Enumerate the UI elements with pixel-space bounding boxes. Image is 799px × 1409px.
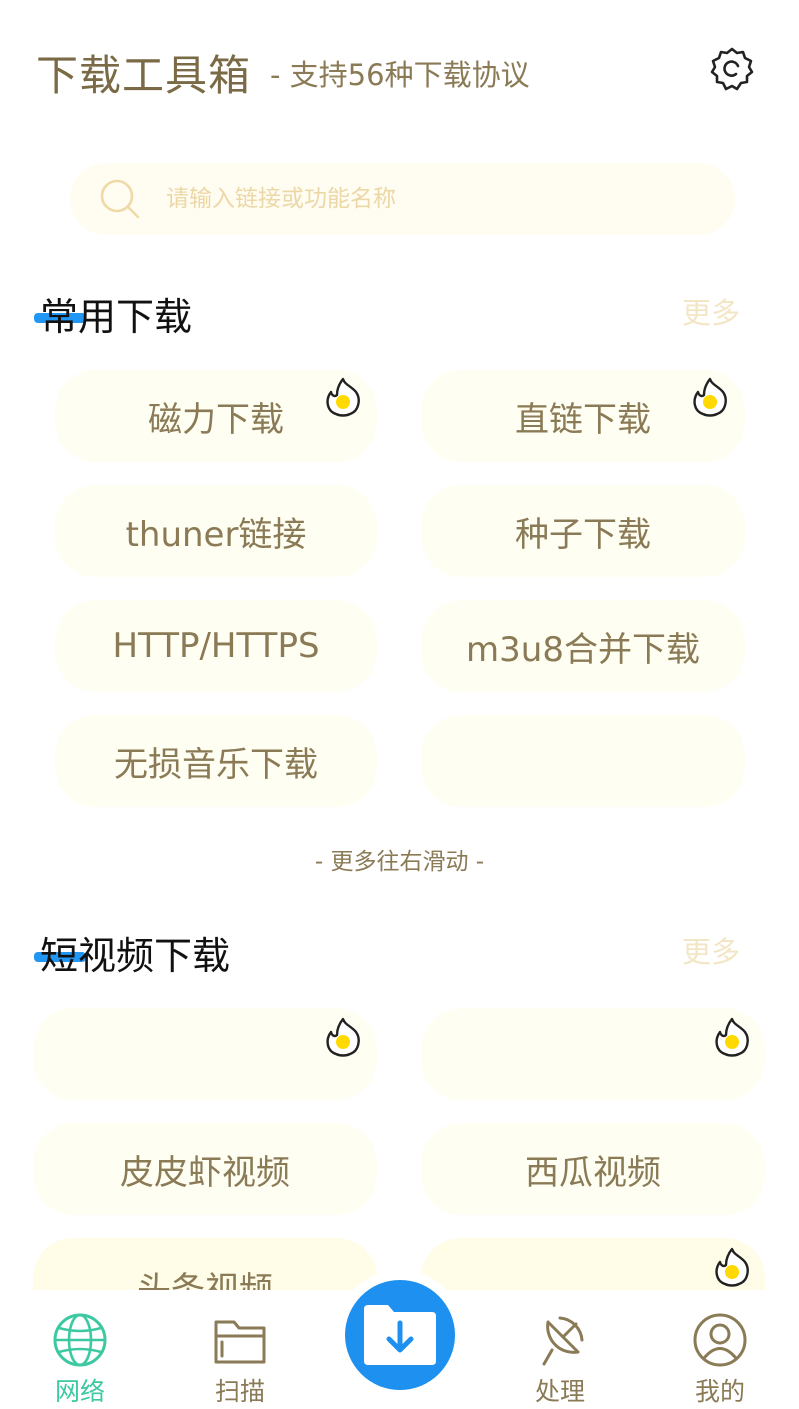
card-label: 种子下载 <box>515 514 651 555</box>
scroll-hint: - 更多往右滑动 - <box>314 849 485 875</box>
fire-icon <box>326 377 360 417</box>
nav-label: 扫描 <box>214 1377 265 1406</box>
nav-label: 网络 <box>54 1377 105 1406</box>
card-thunder-link[interactable]: thuner链接 <box>55 485 377 577</box>
search-icon <box>100 179 140 219</box>
nav-label: 处理 <box>534 1377 585 1406</box>
card-m3u8-merge[interactable]: m3u8合并下载 <box>421 600 745 692</box>
user-icon <box>693 1313 747 1367</box>
nav-item-scan[interactable]: 扫描 <box>190 1312 290 1409</box>
card-label: 西瓜视频 <box>525 1152 661 1193</box>
fire-icon <box>715 1247 749 1287</box>
settings-button[interactable] <box>708 45 756 93</box>
card-label: 无损音乐下载 <box>114 744 318 785</box>
fire-icon <box>693 377 727 417</box>
card-label: 磁力下载 <box>148 399 284 440</box>
card-label: 直链下载 <box>515 399 651 440</box>
satellite-dish-icon <box>542 1316 584 1366</box>
section-title-short-video: 短视频下载 <box>40 934 231 978</box>
download-manager-button[interactable] <box>345 1280 455 1390</box>
card-label: 皮皮虾视频 <box>120 1152 290 1193</box>
card-pipixia-video[interactable]: 皮皮虾视频 <box>33 1123 377 1215</box>
nav-item-process[interactable]: 处理 <box>510 1312 610 1409</box>
card-torrent-download[interactable]: 种子下载 <box>421 485 745 577</box>
search-bar[interactable] <box>70 163 735 235</box>
card-lossless-music[interactable]: 无损音乐下载 <box>55 715 377 807</box>
download-folder-icon <box>364 1305 436 1365</box>
card-label: HTTP/HTTPS <box>112 626 320 666</box>
nav-item-profile[interactable]: 我的 <box>670 1312 770 1409</box>
gear-icon <box>710 47 754 91</box>
nav-item-network[interactable]: 网络 <box>30 1312 130 1409</box>
header: 下载工具箱 - 支持56种下载协议 <box>0 0 799 140</box>
card-label: m3u8合并下载 <box>466 629 700 670</box>
fire-icon <box>715 1017 749 1057</box>
card-empty[interactable] <box>421 715 745 807</box>
card-http-https[interactable]: HTTP/HTTPS <box>55 600 377 692</box>
more-link-common[interactable]: 更多 <box>682 290 740 332</box>
globe-icon <box>53 1313 107 1367</box>
page-subtitle: - 支持56种下载协议 <box>270 58 530 92</box>
fire-icon <box>326 1017 360 1057</box>
section-title-common: 常用下载 <box>40 295 193 339</box>
folder-icon <box>214 1320 266 1364</box>
card-label: thuner链接 <box>125 514 307 555</box>
more-link-short-video[interactable]: 更多 <box>682 929 740 971</box>
nav-label: 我的 <box>694 1377 745 1406</box>
page-title: 下载工具箱 <box>36 51 252 100</box>
search-input[interactable] <box>166 181 706 217</box>
card-xigua-video[interactable]: 西瓜视频 <box>421 1123 765 1215</box>
